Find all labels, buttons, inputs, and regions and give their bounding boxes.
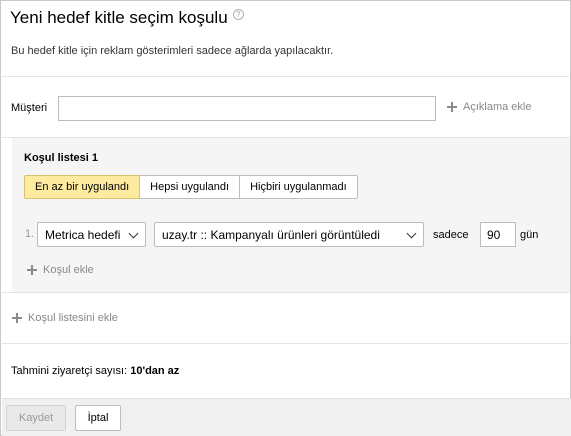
divider xyxy=(2,76,569,77)
customer-label: Müşteri xyxy=(11,102,48,114)
add-condition-list-label: Koşul listesini ekle xyxy=(28,312,118,324)
only-label: sadece xyxy=(433,229,469,241)
condition-list-title: Koşul listesi 1 xyxy=(24,152,98,164)
dialog-title: Yeni hedef kitle seçim koşulu xyxy=(10,8,228,27)
visitor-estimate-label: Tahmini ziyaretçi sayısı: xyxy=(11,365,128,377)
visitor-estimate-value: 10'dan az xyxy=(130,365,180,377)
condition-goal-select[interactable]: uzay.tr :: Kampanyalı ürünleri görüntüle… xyxy=(154,222,424,247)
mode-at-least-one-button[interactable]: En az bir uygulandı xyxy=(24,175,141,199)
visitor-estimate: Tahmini ziyaretçi sayısı: 10'dan az xyxy=(11,365,179,377)
add-description-link[interactable]: Açıklama ekle xyxy=(447,101,531,113)
save-button[interactable]: Kaydet xyxy=(6,405,66,431)
condition-goal-value: uzay.tr :: Kampanyalı ürünleri görüntüle… xyxy=(162,227,380,242)
condition-type-value: Metrica hedefi xyxy=(45,227,121,242)
add-condition-link[interactable]: Koşul ekle xyxy=(27,264,94,276)
customer-input[interactable] xyxy=(58,96,436,121)
divider xyxy=(2,292,569,293)
condition-type-select[interactable]: Metrica hedefi xyxy=(37,222,146,247)
add-condition-list-link[interactable]: Koşul listesini ekle xyxy=(12,312,118,324)
plus-icon xyxy=(27,265,37,275)
chevron-down-icon xyxy=(128,228,139,239)
condition-mode-selector: En az bir uygulandı Hepsi uygulandı Hiçb… xyxy=(24,175,358,199)
divider xyxy=(2,343,569,344)
chevron-down-icon xyxy=(406,228,417,239)
dialog-subtitle: Bu hedef kitle için reklam gösterimleri … xyxy=(11,45,334,57)
condition-index: 1. xyxy=(25,228,35,240)
dialog-header: Yeni hedef kitle seçim koşulu ? xyxy=(10,7,244,31)
plus-icon xyxy=(12,313,22,323)
cancel-button[interactable]: İptal xyxy=(75,405,121,431)
dialog-footer: Kaydet İptal xyxy=(2,398,571,436)
plus-icon xyxy=(447,102,457,112)
add-description-label: Açıklama ekle xyxy=(463,101,532,113)
condition-list-panel: Koşul listesi 1 En az bir uygulandı Heps… xyxy=(12,138,570,292)
days-input[interactable] xyxy=(480,222,516,247)
mode-all-button[interactable]: Hepsi uygulandı xyxy=(139,175,241,199)
question-circle-icon[interactable]: ? xyxy=(232,9,244,20)
days-unit-label: gün xyxy=(520,229,539,241)
mode-none-button[interactable]: Hiçbiri uygulanmadı xyxy=(239,175,358,199)
audience-condition-dialog: Yeni hedef kitle seçim koşulu ? Bu hedef… xyxy=(0,0,571,436)
add-condition-label: Koşul ekle xyxy=(43,264,94,276)
